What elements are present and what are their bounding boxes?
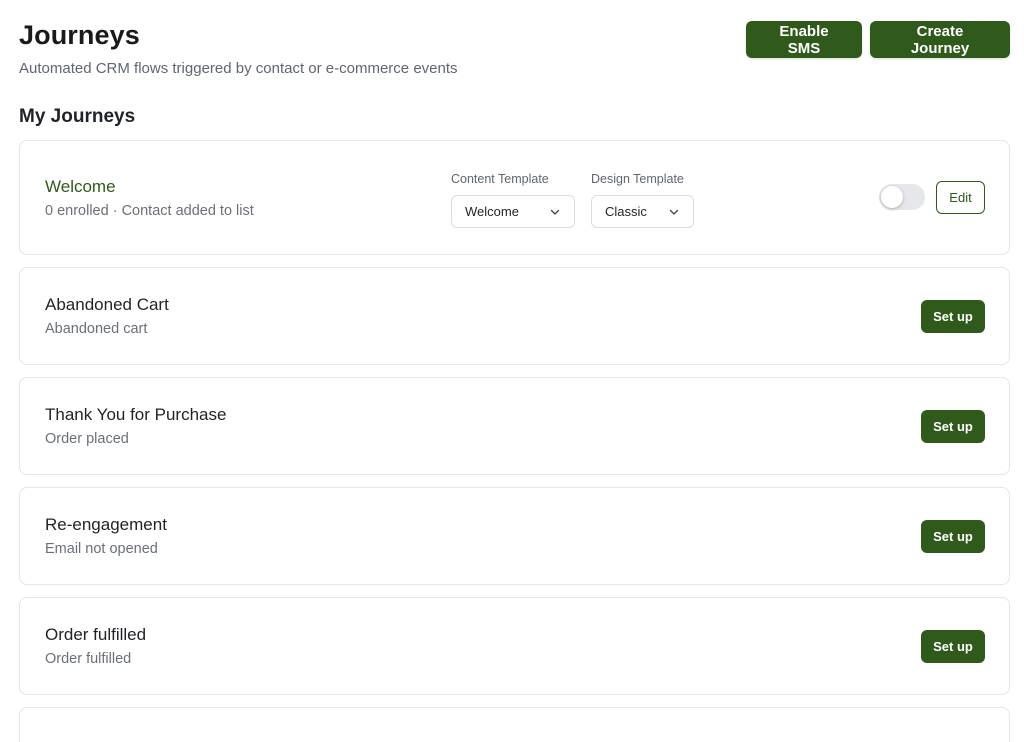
journey-trigger: Email not opened [45,541,158,557]
journey-card: Re-engagement Email not opened Set up [19,487,1010,585]
header-actions: Enable SMS Create Journey [746,21,1010,58]
section-title: My Journeys [19,106,136,127]
journey-card [19,707,1010,742]
journey-trigger: Order fulfilled [45,651,132,667]
content-template-select[interactable]: Welcome [451,195,575,228]
design-template-label: Design Template [591,172,684,186]
chevron-down-icon [669,209,679,215]
page-header: Journeys Automated CRM flows triggered b… [19,0,1010,96]
journey-card: Thank You for Purchase Order placed Set … [19,377,1010,475]
journey-name[interactable]: Welcome [45,177,116,197]
content-template-label: Content Template [451,172,549,186]
setup-journey-button[interactable]: Set up [921,520,985,553]
design-template-select[interactable]: Classic [591,195,694,228]
toggle-knob [881,186,903,208]
setup-journey-button[interactable]: Set up [921,630,985,663]
journey-card: Abandoned Cart Abandoned cart Set up [19,267,1010,365]
journeys-page: Journeys Automated CRM flows triggered b… [0,0,1024,742]
design-template-group: Design Template Classic [591,172,694,228]
chevron-down-icon [550,209,560,215]
journey-name: Thank You for Purchase [45,405,227,424]
setup-journey-button[interactable]: Set up [921,300,985,333]
create-journey-button[interactable]: Create Journey [870,21,1010,58]
journey-description: 0 enrolled · Contact added to list [45,203,254,219]
setup-journey-button[interactable]: Set up [921,410,985,443]
journey-name: Abandoned Cart [45,295,169,314]
journey-trigger: Abandoned cart [45,321,148,337]
content-template-value: Welcome [465,204,519,219]
content-template-group: Content Template Welcome [451,172,575,228]
journey-enabled-toggle[interactable] [879,184,925,210]
edit-journey-button[interactable]: Edit [936,181,985,214]
journey-card: Order fulfilled Order fulfilled Set up [19,597,1010,695]
enable-sms-button[interactable]: Enable SMS [746,21,862,58]
journey-card-welcome: Welcome 0 enrolled · Contact added to li… [19,140,1010,255]
page-title: Journeys [19,20,140,50]
page-subtitle: Automated CRM flows triggered by contact… [19,60,458,77]
journey-name: Order fulfilled [45,625,147,644]
journey-trigger: Order placed [45,431,129,447]
journey-name: Re-engagement [45,515,167,534]
design-template-value: Classic [605,204,647,219]
